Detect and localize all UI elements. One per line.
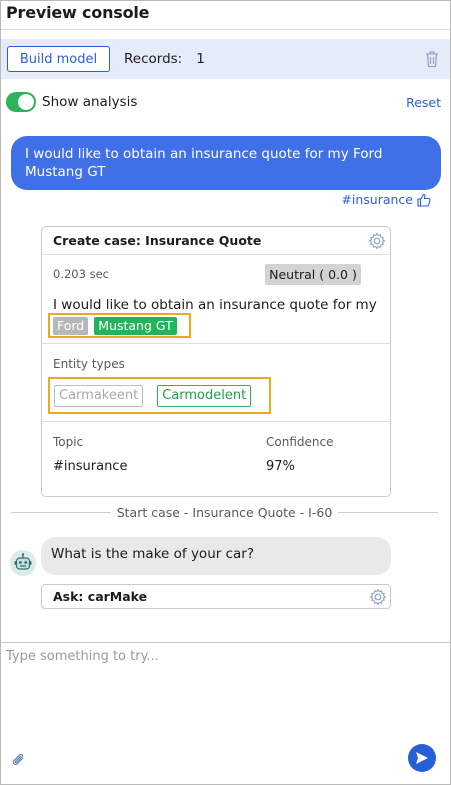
response-time: 0.203 sec [53,267,109,281]
records-count: 1 [196,51,205,67]
paperclip-icon[interactable] [12,752,26,768]
entity-types-label: Entity types [53,357,125,371]
send-button[interactable] [408,744,436,772]
utterance-text: I would like to obtain an insurance quot… [53,297,377,313]
send-icon [416,752,428,764]
entity-chip-model: Mustang GT [94,316,177,335]
sentiment-badge: Neutral ( 0.0 ) [265,264,361,285]
message-input[interactable] [1,643,450,743]
toolbar: Build model Records: 1 [1,39,450,79]
bot-message-bubble: What is the make of your car? [41,537,391,575]
analysis-card: Create case: Insurance Quote 0.203 sec N… [41,226,391,497]
case-separator: Start case - Insurance Quote - I-60 [11,504,439,520]
confidence-header: Confidence [266,435,334,449]
entity-chip-make: Ford [53,316,89,335]
separator-line [11,511,111,513]
card-divider [42,254,390,255]
thumbs-up-icon[interactable] [417,193,431,207]
show-analysis-label: Show analysis [42,94,138,110]
title-divider [1,29,450,30]
ask-card: Ask: carMake [41,584,391,609]
entity-types-box: Carmakeent Carmodelent [48,377,271,414]
records-label: Records: [124,51,183,67]
page-title: Preview console [6,3,150,22]
entity-highlight-box: Ford Mustang GT [48,313,191,338]
bot-avatar-icon [10,550,36,576]
topic-tag-row: #insurance [341,192,431,207]
topic-header: Topic [53,435,84,449]
separator-line [338,511,439,513]
show-analysis-toggle[interactable] [6,92,36,112]
ask-label: Ask: carMake [53,589,148,604]
preview-console-panel: Preview console Build model Records: 1 Sh… [0,0,451,785]
topic-tag-link[interactable]: #insurance [341,192,413,207]
gear-icon[interactable] [368,232,386,250]
trash-icon[interactable] [424,50,440,68]
separator-text: Start case - Insurance Quote - I-60 [116,504,333,520]
card-divider [42,421,390,422]
gear-icon[interactable] [369,588,387,606]
records-counter: Records: 1 [124,51,205,67]
entity-type-carmake[interactable]: Carmakeent [54,384,144,407]
build-model-button[interactable]: Build model [7,46,110,72]
card-divider [42,343,390,344]
entity-type-carmodel[interactable]: Carmodelent [157,384,252,407]
topic-value: #insurance [53,459,128,474]
user-message-bubble: I would like to obtain an insurance quot… [11,136,441,190]
toggle-knob [18,94,34,110]
reset-link[interactable]: Reset [406,95,441,110]
create-case-title: Create case: Insurance Quote [53,233,262,248]
confidence-value: 97% [266,459,295,474]
